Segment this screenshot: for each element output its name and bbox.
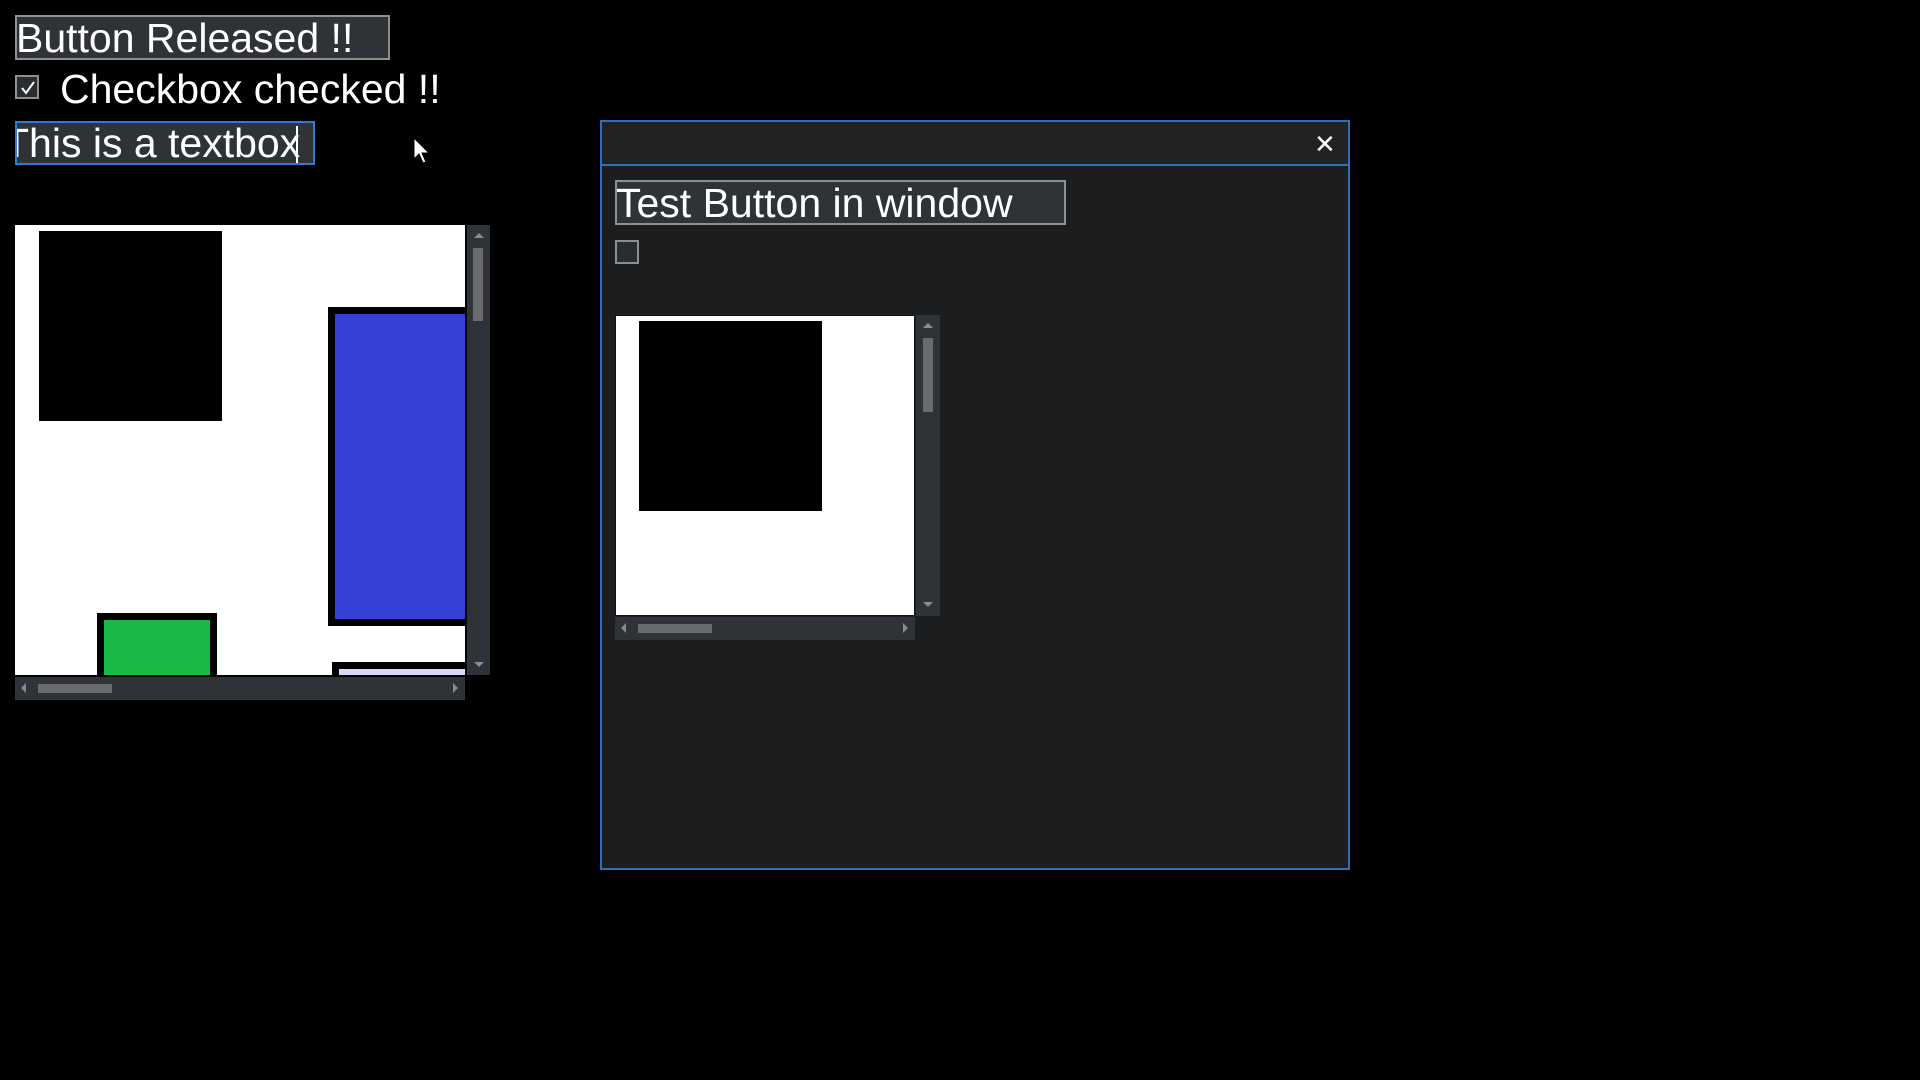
scroll-up-icon[interactable]: [474, 233, 484, 238]
horizontal-scroll-thumb[interactable]: [38, 684, 112, 693]
status-button[interactable]: Button Released !!: [15, 15, 390, 60]
window-test-button-label: Test Button in window: [616, 180, 1013, 225]
green-rectangle: [97, 613, 217, 675]
close-icon[interactable]: ✕: [1314, 131, 1336, 157]
scroll-down-icon[interactable]: [923, 602, 933, 607]
horizontal-scroll-thumb[interactable]: [638, 624, 712, 633]
canvas-vertical-scrollbar[interactable]: [467, 225, 490, 675]
text-caret: [296, 126, 298, 163]
canvas-horizontal-scrollbar[interactable]: [15, 677, 465, 700]
vertical-scroll-thumb[interactable]: [923, 338, 933, 412]
black-square: [39, 231, 222, 421]
canvas-panel[interactable]: [15, 225, 465, 675]
checkmark-icon: [21, 81, 35, 95]
main-checkbox[interactable]: [15, 75, 39, 99]
text-input[interactable]: This is a textbox: [15, 121, 315, 165]
scroll-down-icon[interactable]: [474, 662, 484, 667]
black-square: [639, 321, 822, 511]
status-button-label: Button Released !!: [16, 15, 354, 60]
lavender-rectangle: [332, 662, 465, 675]
text-input-value: This is a textbox: [15, 121, 301, 165]
window-test-button[interactable]: Test Button in window: [615, 180, 1066, 225]
scroll-right-icon[interactable]: [453, 683, 458, 693]
window-canvas-vertical-scrollbar[interactable]: [916, 315, 940, 616]
window-canvas-panel[interactable]: [615, 315, 915, 616]
checkbox-label: Checkbox checked !!: [60, 66, 441, 112]
scroll-up-icon[interactable]: [923, 323, 933, 328]
scroll-left-icon[interactable]: [621, 623, 626, 633]
window-checkbox[interactable]: [615, 240, 639, 264]
vertical-scroll-thumb[interactable]: [473, 248, 483, 321]
window-titlebar[interactable]: ✕: [602, 122, 1348, 166]
scroll-right-icon[interactable]: [903, 623, 908, 633]
floating-window: ✕ Test Button in window: [600, 120, 1350, 870]
blue-rectangle: [328, 307, 465, 626]
scroll-left-icon[interactable]: [21, 683, 26, 693]
mouse-cursor-icon: [413, 137, 431, 164]
window-canvas-horizontal-scrollbar[interactable]: [615, 617, 915, 640]
